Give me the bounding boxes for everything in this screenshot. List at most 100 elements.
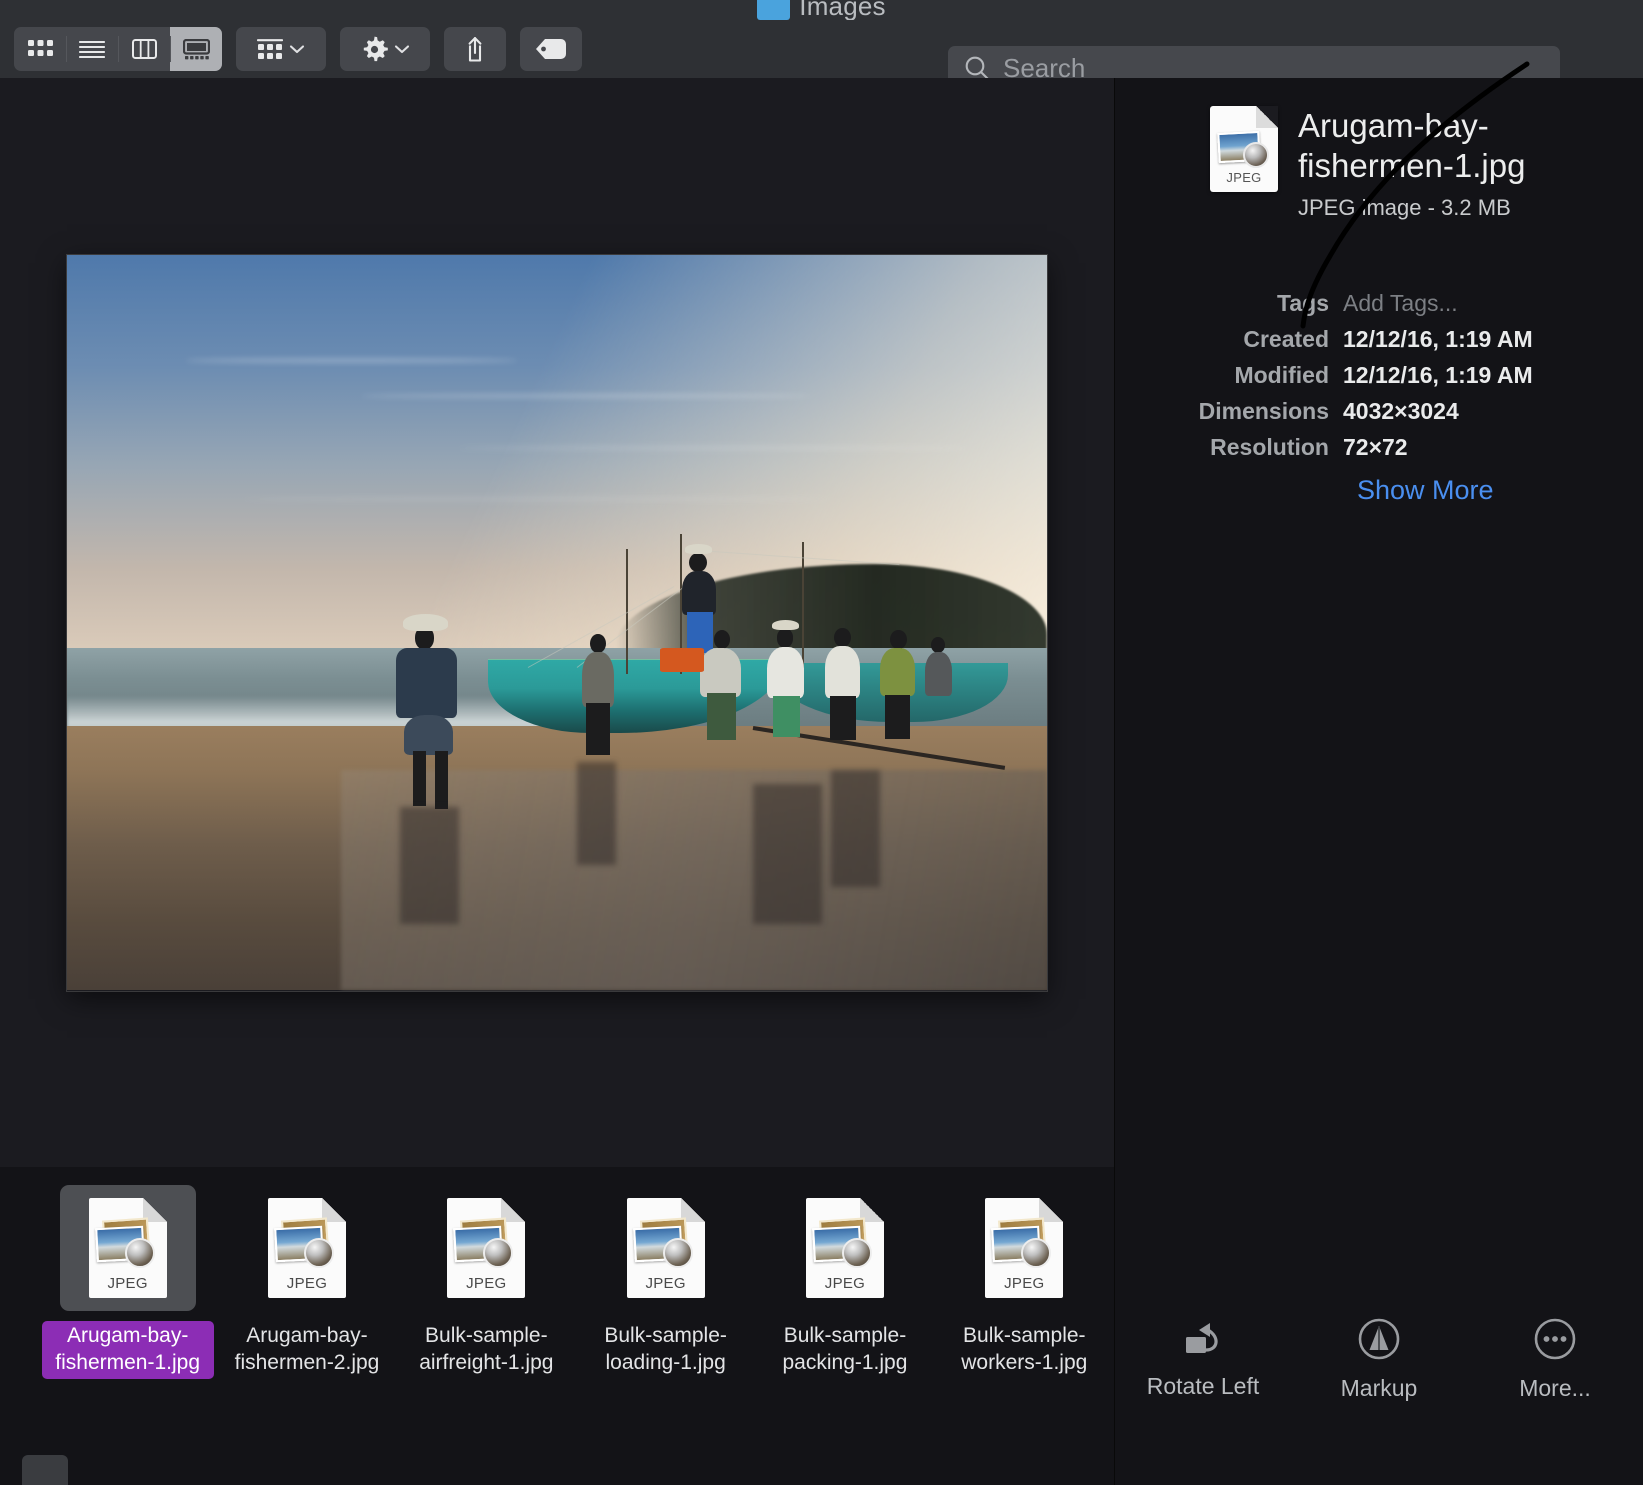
metadata-key: Created [1243,326,1329,352]
metadata-row: Tags Add Tags... [1115,290,1643,317]
preview-image[interactable] [67,254,1047,991]
gallery-view-button[interactable] [170,27,222,71]
file-type-label: JPEG [1226,170,1262,185]
thumbnail-box[interactable]: JPEG [777,1185,913,1311]
action-menu-button[interactable] [340,27,430,71]
view-mode-segmented-control [14,27,222,71]
photo-figure-leg [435,751,449,809]
file-type-label: JPEG [645,1275,686,1292]
thumbnail-filename: Arugam-bay-fishermen-2.jpg [234,1324,380,1374]
photo-figure-body [582,651,614,708]
photo-figure-body [700,648,742,697]
thumbnail-box[interactable]: JPEG [956,1185,1092,1311]
chevron-down-icon [394,45,409,54]
markup-action[interactable]: Markup [1304,1317,1454,1402]
thumbnail-box[interactable]: JPEG [239,1185,375,1311]
thumbnail-box[interactable]: JPEG [598,1185,734,1311]
toolbar: Search [0,20,1643,90]
photo-figure-body [924,651,952,697]
more-action[interactable]: More... [1480,1317,1630,1402]
photo-figure-body [682,570,716,616]
show-more-link[interactable]: Show More [1357,475,1643,506]
thumbnail-filename: Bulk-sample-packing-1.jpg [782,1324,908,1374]
group-by-button[interactable] [236,27,326,71]
magnifier-glyph [1243,142,1269,168]
file-title-block: Arugam-bay-fishermen-1.jpg JPEG image - … [1298,106,1566,221]
add-tags-field[interactable]: Add Tags... [1343,290,1458,317]
thumbnail-item[interactable]: JPEG Bulk-sample-packing-1.jpg [755,1167,934,1379]
photo-figure-hat [685,544,712,555]
file-type-label: JPEG [824,1275,866,1292]
file-type-label: JPEG [286,1275,328,1292]
photo-figure-hat [771,619,800,630]
share-button[interactable] [444,27,506,71]
rotate-left-icon [1186,1323,1218,1353]
thumbnail-item[interactable]: JPEG Bulk-sample-loading-1.jpg [576,1167,755,1379]
thumbnail-box[interactable]: JPEG [59,1185,196,1311]
markup-pen-icon [1358,1318,1400,1360]
tag-button[interactable] [520,27,582,71]
jpeg-document-icon: JPEG [626,1198,705,1298]
magnifier-glyph [841,1238,872,1268]
photo-figure-head [689,552,707,572]
thumbnail-item[interactable]: JPEG Arugam-bay-fishermen-1.jpg [38,1167,217,1379]
folder-icon [757,0,791,20]
file-name: Arugam-bay-fishermen-1.jpg [1298,107,1526,185]
thumbnail-filename: Bulk-sample-loading-1.jpg [604,1324,727,1374]
jpeg-document-icon: JPEG [88,1198,167,1298]
metadata-row: Dimensions 4032×3024 [1115,398,1643,425]
jpeg-document-icon: JPEG [447,1198,526,1298]
magnifier-glyph [483,1238,514,1268]
magnifier-glyph [1021,1238,1052,1268]
photo-figure-head [834,627,851,647]
photo-reflection [400,806,459,925]
thumbnail-box[interactable]: JPEG [418,1185,554,1311]
icon-view-button[interactable] [14,27,66,71]
file-type-label: JPEG [107,1275,148,1292]
rotate-left-action[interactable]: Rotate Left [1128,1317,1278,1400]
column-view-button[interactable] [118,27,170,71]
more-ellipsis-icon [1534,1318,1576,1360]
photo-reflection [576,762,616,866]
metadata-key: Tags [1277,290,1329,316]
magnifier-glyph [124,1238,155,1268]
photo-figure-legs [885,694,910,739]
rotate-left-label: Rotate Left [1146,1373,1260,1399]
thumbnail-filename: Arugam-bay-fishermen-1.jpg [41,1321,214,1379]
finder-window: Images Search JPEG Arugam-bay-fishermen-… [0,0,1643,1485]
photo-cloud [184,357,518,363]
photo-figure-legs [586,703,610,755]
markup-label: Markup [1340,1375,1418,1401]
columns-icon [131,39,157,59]
photo-figure-shorts [706,693,737,741]
toolbar-left-group [0,27,582,71]
thumbnail-filename: Bulk-sample-workers-1.jpg [961,1324,1088,1374]
bottom-left-stub [22,1455,68,1485]
jpeg-document-icon: JPEG [985,1198,1064,1298]
photo-figure-hat [403,613,449,631]
list-view-button[interactable] [66,27,118,71]
photo-figure-head [776,628,794,648]
photo-figure-head [890,629,907,649]
metadata-value: 4032×3024 [1343,398,1459,424]
metadata-key: Resolution [1210,434,1329,460]
metadata-key: Modified [1234,362,1329,388]
jpeg-document-icon: JPEG [267,1198,346,1298]
info-panel: JPEG Arugam-bay-fishermen-1.jpg JPEG ima… [1115,78,1643,1275]
quick-actions-bar: Rotate Left Markup More... [1115,1275,1643,1485]
thumbnail-item[interactable]: JPEG Bulk-sample-airfreight-1.jpg [397,1167,576,1379]
thumbnail-item[interactable]: JPEG Arugam-bay-fishermen-2.jpg [217,1167,396,1379]
metadata-table: Tags Add Tags... Created 12/12/16, 1:19 … [1115,290,1643,506]
jpeg-document-icon: JPEG [1210,106,1278,192]
photo-figure-legs [830,696,856,741]
photo-cloud [459,445,969,450]
photo-figure-shirt [396,648,458,719]
photo-figure-body [880,647,915,697]
share-icon [468,36,482,62]
gear-icon [363,36,388,61]
photo-reflection [831,769,881,888]
metadata-value: 72×72 [1343,434,1408,460]
more-label: More... [1519,1375,1591,1401]
thumbnail-item[interactable]: JPEG Bulk-sample-workers-1.jpg [935,1167,1114,1379]
metadata-key: Dimensions [1198,398,1329,424]
